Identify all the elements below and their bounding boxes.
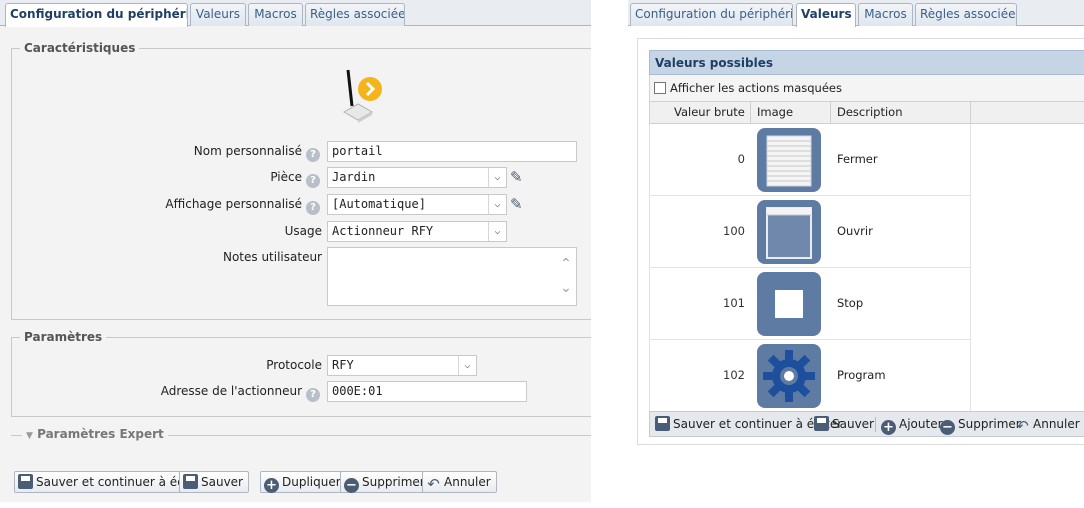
chevron-down-icon[interactable]: ⌵ <box>488 195 506 214</box>
row-value: 100 <box>723 224 745 238</box>
adresse-label: Adresse de l'actionneur? <box>100 384 320 402</box>
toolbar-separator <box>875 417 876 432</box>
tab-regles[interactable]: Règles associées <box>305 3 405 26</box>
scroll-up-icon[interactable]: ⌃ <box>560 257 572 271</box>
col-valeur-brute[interactable]: Valeur brute <box>650 102 751 123</box>
chevron-down-icon[interactable]: ⌵ <box>488 222 506 241</box>
col-image[interactable]: Image <box>751 102 831 123</box>
tab-configuration[interactable]: Configuration du périphérique <box>630 3 793 26</box>
undo-icon: ↶ <box>427 475 440 493</box>
duplicate-icon: + <box>264 478 279 493</box>
help-icon[interactable]: ? <box>306 174 320 188</box>
show-hidden-label[interactable]: Afficher les actions masquées <box>670 81 842 95</box>
usage-select[interactable]: Actionneur RFY ⌵ <box>327 221 507 242</box>
stop-icon <box>757 272 821 336</box>
cancel-button[interactable]: ↶ Annuler <box>1015 412 1079 436</box>
edit-pencil-icon[interactable]: ✎ <box>510 195 528 213</box>
affichage-value: [Automatique] <box>332 197 426 211</box>
cancel-button[interactable]: ↶ Annuler <box>422 471 497 493</box>
table-row[interactable]: 101 Stop <box>649 268 971 340</box>
tab-macros[interactable]: Macros <box>248 3 303 26</box>
nom-personnalise-input[interactable]: portail <box>327 141 577 162</box>
chevron-down-icon[interactable]: ⌵ <box>458 356 476 375</box>
floppy-icon <box>18 474 33 489</box>
gear-icon <box>757 344 821 408</box>
floppy-icon <box>814 416 829 431</box>
table-row[interactable]: 100 Ouvrir <box>649 196 971 268</box>
device-icon <box>338 68 388 128</box>
minus-circle-icon: − <box>344 478 359 493</box>
affichage-label: Affichage personnalisé? <box>100 197 320 215</box>
floppy-icon <box>655 416 670 431</box>
help-icon[interactable]: ? <box>306 148 320 162</box>
undo-icon: ↶ <box>1016 417 1029 435</box>
save-button[interactable]: Sauver <box>179 471 249 493</box>
show-hidden-row: Afficher les actions masquées <box>649 75 1084 101</box>
table-row[interactable]: 0 Fermer <box>649 124 971 196</box>
left-tab-bar: Configuration du périphérique Valeurs Ma… <box>0 0 591 27</box>
duplicate-button[interactable]: + Dupliquer <box>260 471 347 493</box>
row-value: 101 <box>723 296 745 310</box>
help-icon[interactable]: ? <box>306 201 320 215</box>
caracteristiques-legend: Caractéristiques <box>20 41 140 55</box>
tab-valeurs[interactable]: Valeurs <box>796 3 856 27</box>
row-description: Stop <box>837 296 864 310</box>
help-icon[interactable]: ? <box>306 388 320 402</box>
right-tab-bar: Configuration du périphérique Valeurs Ma… <box>628 0 1084 27</box>
row-description: Ouvrir <box>837 224 873 238</box>
protocole-select[interactable]: RFY ⌵ <box>327 355 477 376</box>
tab-configuration[interactable]: Configuration du périphérique <box>5 3 188 27</box>
tab-regles[interactable]: Règles associées <box>915 3 1017 26</box>
usage-label: Usage <box>284 224 322 238</box>
protocole-label: Protocole <box>266 358 322 372</box>
nom-personnalise-label: Nom personnalisé? <box>100 144 320 162</box>
usage-value: Actionneur RFY <box>332 224 434 238</box>
plus-circle-icon: + <box>881 420 896 435</box>
col-description[interactable]: Description <box>831 102 971 123</box>
protocole-value: RFY <box>332 358 354 372</box>
tab-valeurs[interactable]: Valeurs <box>190 3 246 26</box>
shutter-open-icon <box>757 200 821 264</box>
row-value: 102 <box>723 368 745 382</box>
values-panel-title: Valeurs possibles <box>649 50 1084 75</box>
notes-textarea[interactable]: ⌃ ⌄ <box>327 247 577 306</box>
expert-toggle[interactable]: ▼ Paramètres Expert <box>22 427 168 441</box>
floppy-icon <box>183 474 198 489</box>
shutter-closed-icon <box>757 128 821 192</box>
device-config-panel: Configuration du périphérique Valeurs Ma… <box>0 0 591 502</box>
edit-pencil-icon[interactable]: ✎ <box>510 168 528 186</box>
scroll-down-icon[interactable]: ⌄ <box>560 281 572 295</box>
values-panel: Valeurs possibles Afficher les actions m… <box>637 38 1084 445</box>
table-row[interactable]: 102 Program <box>649 340 971 412</box>
values-table-header: Valeur brute Image Description <box>649 101 1084 124</box>
piece-select[interactable]: Jardin ⌵ <box>327 167 507 188</box>
notes-label: Notes utilisateur <box>222 250 322 264</box>
piece-label: Pièce? <box>100 170 320 188</box>
piece-value: Jardin <box>332 170 376 184</box>
show-hidden-checkbox[interactable] <box>654 82 666 94</box>
chevron-down-icon[interactable]: ⌵ <box>488 168 506 187</box>
tab-macros[interactable]: Macros <box>858 3 913 26</box>
add-button[interactable]: + Ajouter <box>881 412 943 436</box>
values-footer-toolbar: Sauver et continuer à éditer Sauver + Ajo… <box>649 411 1084 437</box>
row-description: Program <box>837 368 886 382</box>
expert-legend: Paramètres Expert <box>37 427 164 441</box>
minus-circle-icon: − <box>940 420 955 435</box>
adresse-input[interactable]: 000E:01 <box>327 381 527 402</box>
triangle-down-icon: ▼ <box>26 431 33 441</box>
parametres-fieldset: Paramètres <box>11 330 591 417</box>
delete-button[interactable]: − Supprimer <box>340 471 431 493</box>
affichage-select[interactable]: [Automatique] ⌵ <box>327 194 507 215</box>
delete-button[interactable]: − Supprimer <box>940 412 1021 436</box>
row-value: 0 <box>737 152 745 166</box>
save-button[interactable]: Sauver <box>814 412 874 436</box>
parametres-legend: Paramètres <box>20 330 107 344</box>
row-description: Fermer <box>837 152 878 166</box>
